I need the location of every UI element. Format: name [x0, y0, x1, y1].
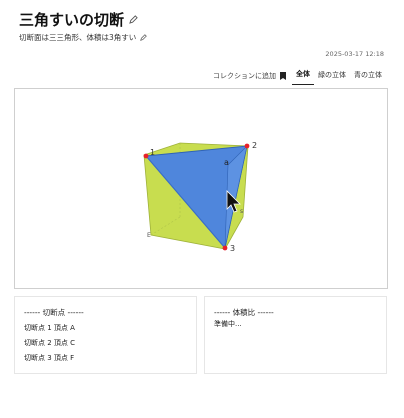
cube-canvas[interactable]: 1 2 3 a s E — [15, 89, 387, 288]
tab-all[interactable]: 全体 — [292, 66, 314, 85]
toolbar: コレクションに追加 全体 緑の立体 青の立体 — [213, 66, 386, 85]
cut-point-item: 切断点 2 頂点 C — [24, 339, 76, 347]
edit-subtitle-icon[interactable] — [140, 34, 148, 41]
cut-point-item: 切断点 3 頂点 F — [24, 354, 75, 362]
bookmark-icon — [280, 71, 286, 80]
add-to-collection-button[interactable]: コレクションに追加 — [213, 71, 286, 81]
timestamp: 2025-03-17 12:18 — [325, 50, 384, 58]
3d-viewer[interactable]: 1 2 3 a s E — [14, 88, 388, 289]
point-label-1: 1 — [150, 148, 155, 157]
cut-point-item: 切断点 1 頂点 A — [24, 324, 75, 332]
subtitle-text: 切断面は三三角形、体積は3角すい — [19, 33, 137, 42]
vertex-label-back: a — [224, 158, 229, 167]
point-label-3: 3 — [230, 244, 235, 253]
volume-ratio-panel: ------ 体積比 ------ 準備中... — [204, 296, 387, 374]
cut-points-heading: ------ 切断点 ------ — [24, 308, 84, 317]
tab-green-solid[interactable]: 緑の立体 — [314, 67, 350, 85]
vertex-label-right: s — [240, 208, 243, 215]
vertex-label-bottom-left: E — [147, 232, 151, 239]
cut-point-3[interactable] — [222, 245, 228, 251]
volume-ratio-heading: ------ 体積比 ------ — [214, 308, 274, 317]
cut-point-2[interactable] — [244, 143, 250, 149]
page-title-text: 三角すいの切断 — [19, 11, 125, 29]
subtitle: 切断面は三三角形、体積は3角すい — [19, 32, 148, 43]
edit-title-icon[interactable] — [129, 15, 138, 24]
tab-blue-solid[interactable]: 青の立体 — [350, 67, 386, 85]
page-title: 三角すいの切断 — [19, 9, 138, 30]
cut-points-panel: ------ 切断点 ------ 切断点 1 頂点 A 切断点 2 頂点 C … — [14, 296, 197, 374]
point-label-2: 2 — [252, 141, 257, 150]
cut-point-1[interactable] — [143, 153, 149, 159]
volume-ratio-status: 準備中... — [214, 320, 242, 328]
add-to-collection-label: コレクションに追加 — [213, 71, 276, 80]
